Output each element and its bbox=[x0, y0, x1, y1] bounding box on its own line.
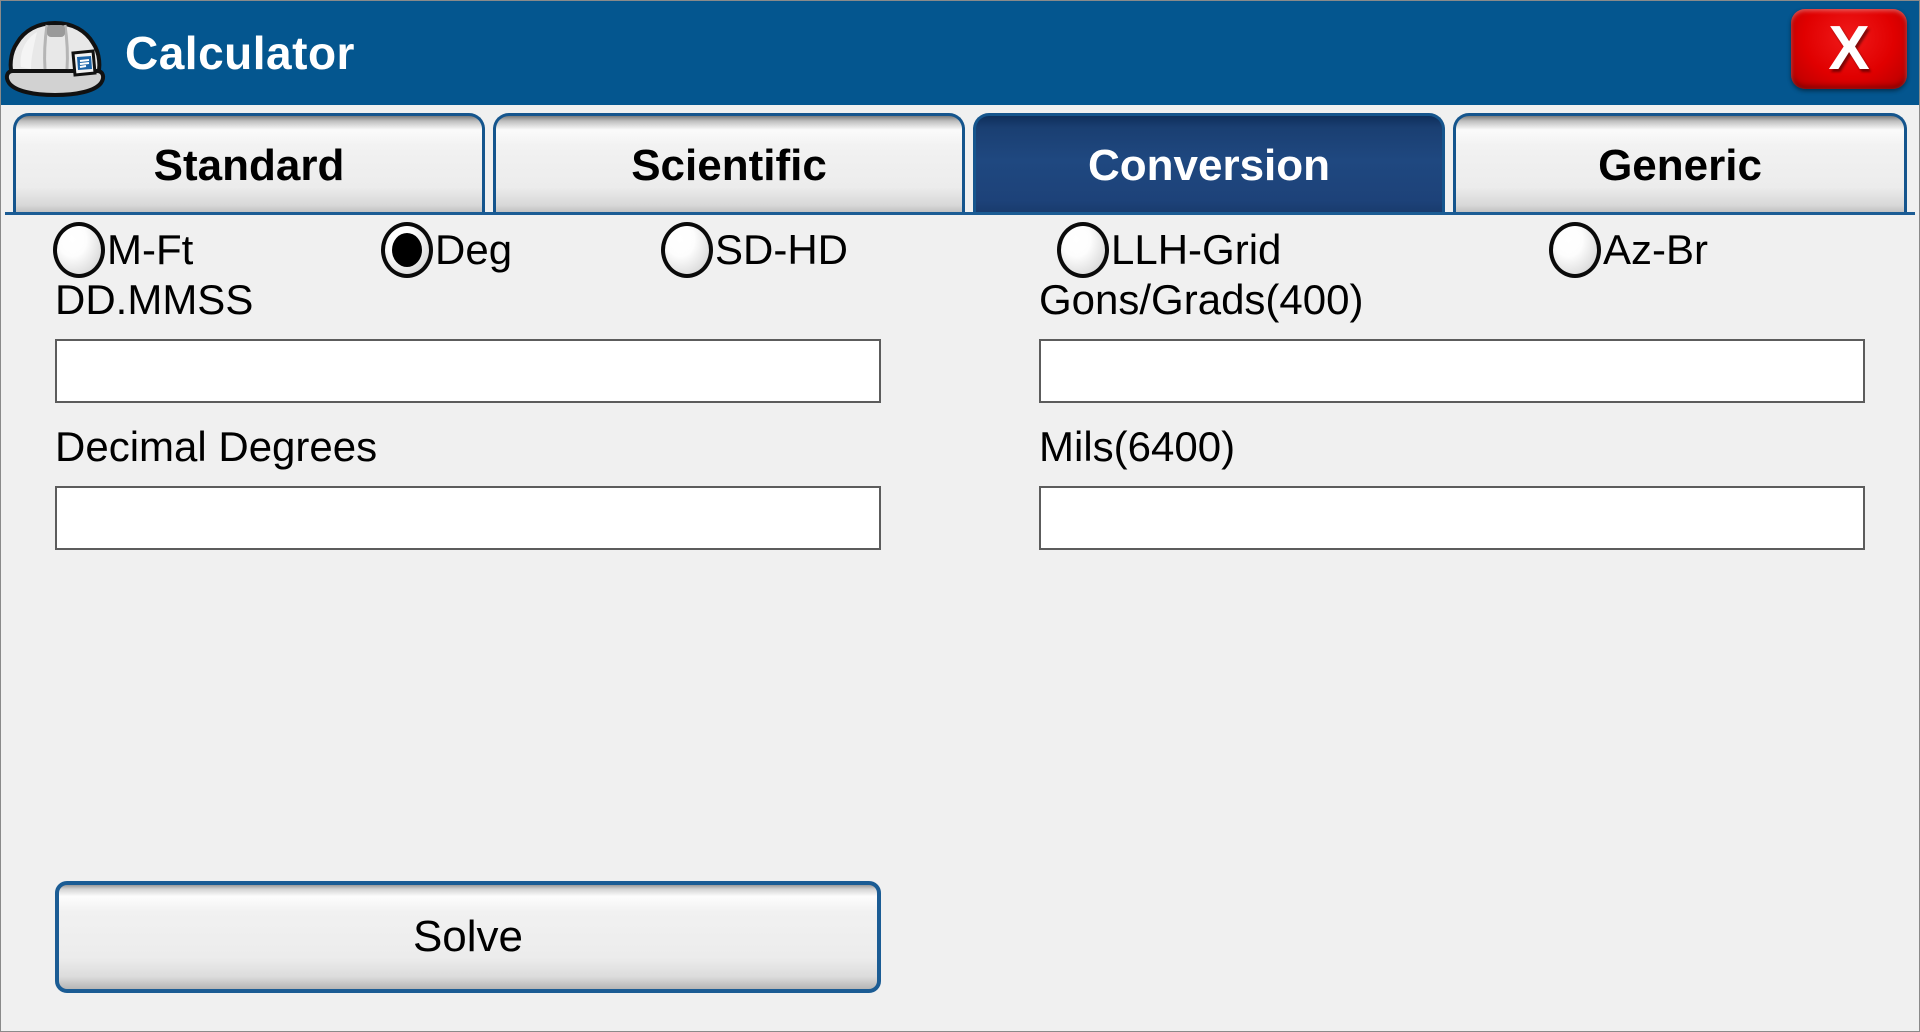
mils-input[interactable] bbox=[1039, 486, 1865, 550]
radio-label: Deg bbox=[435, 226, 513, 273]
radio-indicator-icon bbox=[53, 222, 105, 278]
radio-indicator-icon bbox=[1549, 222, 1601, 278]
tab-generic[interactable]: Generic bbox=[1453, 113, 1907, 215]
hard-hat-icon bbox=[4, 21, 106, 97]
solve-button[interactable]: Solve bbox=[55, 881, 881, 993]
label-dd-mmss: DD.MMSS bbox=[55, 276, 254, 323]
radio-indicator-icon bbox=[381, 222, 433, 278]
solve-button-label: Solve bbox=[412, 912, 524, 961]
radio-label: LLH-Grid bbox=[1111, 226, 1282, 273]
radio-az-br[interactable]: Az-Br bbox=[1549, 222, 1708, 278]
radio-deg[interactable]: Deg bbox=[381, 222, 512, 278]
radio-label: SD-HD bbox=[715, 226, 848, 273]
radio-indicator-icon bbox=[661, 222, 713, 278]
radio-label: M-Ft bbox=[107, 226, 194, 273]
tab-conversion[interactable]: Conversion bbox=[973, 113, 1445, 215]
radio-indicator-icon bbox=[1057, 222, 1109, 278]
tab-label: Scientific bbox=[631, 140, 827, 190]
close-button[interactable]: X bbox=[1791, 9, 1907, 89]
dd-mmss-input[interactable] bbox=[55, 339, 881, 403]
radio-label: Az-Br bbox=[1603, 226, 1708, 273]
page-title: Calculator bbox=[125, 27, 355, 79]
tab-label: Standard bbox=[153, 140, 345, 190]
tab-scientific[interactable]: Scientific bbox=[493, 113, 965, 215]
label-decimal-degrees: Decimal Degrees bbox=[55, 423, 378, 470]
decimal-degrees-input[interactable] bbox=[55, 486, 881, 550]
calculator-window: Calculator X Standard Scientific Convers… bbox=[0, 0, 1920, 1032]
radio-llh-grid[interactable]: LLH-Grid bbox=[1057, 222, 1281, 278]
tab-label: Conversion bbox=[1087, 140, 1331, 190]
tab-strip: Standard Scientific Conversion Generic bbox=[1, 105, 1919, 215]
label-gons-grads: Gons/Grads(400) bbox=[1039, 276, 1364, 323]
title-bar: Calculator X bbox=[1, 1, 1919, 105]
close-icon: X bbox=[1828, 14, 1870, 83]
radio-sd-hd[interactable]: SD-HD bbox=[661, 222, 848, 278]
gons-grads-input[interactable] bbox=[1039, 339, 1865, 403]
radio-m-ft[interactable]: M-Ft bbox=[53, 222, 193, 278]
tab-label: Generic bbox=[1598, 140, 1762, 190]
conversion-panel: M-Ft Deg SD-HD LLH-Grid Az-Br DD.MMSS De… bbox=[1, 218, 1919, 1031]
tab-standard[interactable]: Standard bbox=[13, 113, 485, 215]
label-mils: Mils(6400) bbox=[1039, 423, 1236, 470]
